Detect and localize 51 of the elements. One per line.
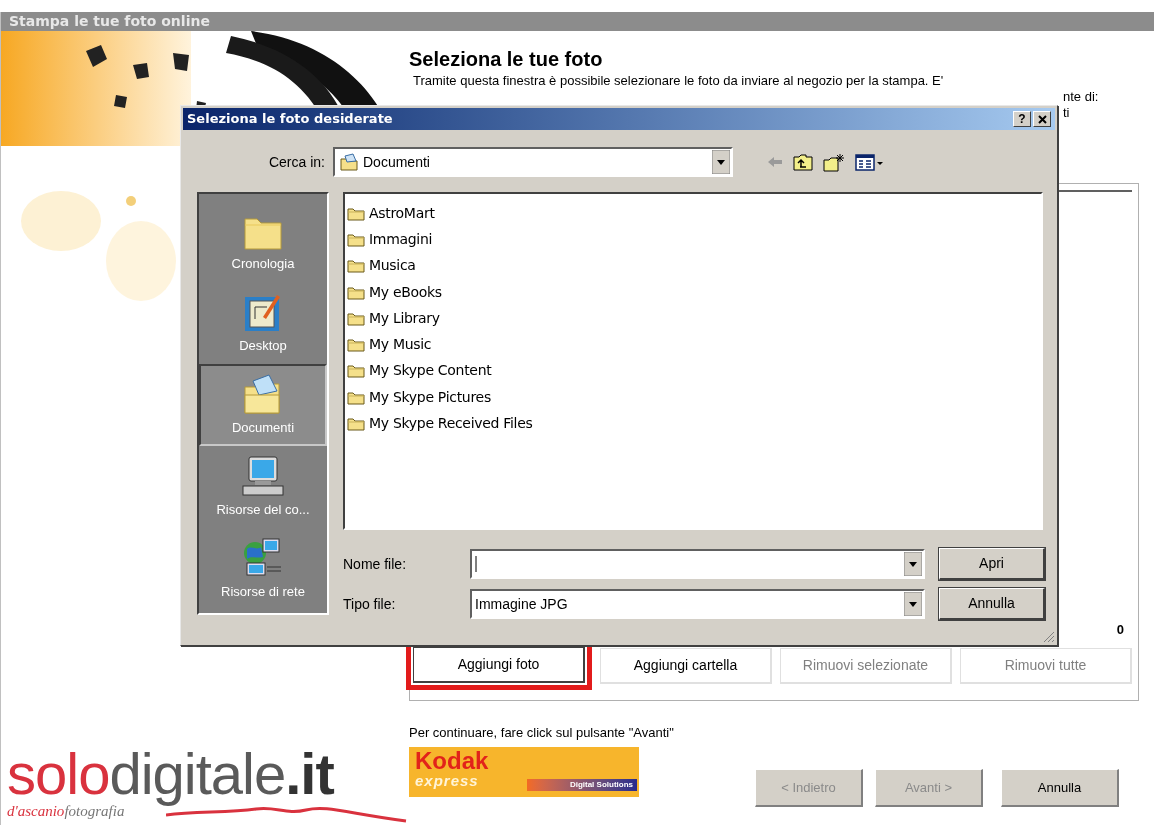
places-item[interactable]: Risorse di rete xyxy=(199,528,327,610)
look-in-label: Cerca in: xyxy=(267,152,326,172)
folder-item[interactable]: My Skype Pictures xyxy=(347,384,495,411)
file-name-field[interactable] xyxy=(470,549,925,579)
resize-grip-icon xyxy=(1042,630,1055,643)
folder-item[interactable]: My Music xyxy=(347,331,436,358)
text-cursor-icon xyxy=(475,554,477,574)
dialog-button[interactable]: Annulla xyxy=(939,588,1045,620)
places-item[interactable]: Desktop xyxy=(199,282,327,364)
folder-icon xyxy=(347,336,365,354)
field-label: Tipo file: xyxy=(343,594,397,614)
folder-item[interactable]: Musica xyxy=(347,252,420,279)
description-text: Tramite questa finestra è possibile selezionare le foto da inviare al negozio per la stampa. E' xyxy=(413,73,944,89)
logo-tagline: d'ascaniofotografia xyxy=(7,803,125,819)
page-heading: Seleziona le tue foto xyxy=(409,47,604,71)
total-value: 0 xyxy=(1116,621,1124,640)
nav-button[interactable]: Annulla xyxy=(1001,769,1119,807)
folder-item[interactable]: My Library xyxy=(347,305,444,332)
hint-text: Per continuare, fare click sul pulsante "Avanti" xyxy=(409,725,674,741)
description-text: nte di: xyxy=(1063,89,1099,105)
place-icon xyxy=(241,454,285,497)
action-button[interactable]: Aggiungi cartella xyxy=(600,648,772,684)
action-button[interactable]: Aggiungi foto xyxy=(413,647,585,683)
dialog-title: Seleziona le foto desiderate xyxy=(187,110,394,129)
view-menu-icon[interactable] xyxy=(855,152,883,172)
close-button[interactable] xyxy=(1033,111,1051,127)
documents-folder-icon xyxy=(339,152,359,172)
folder-item[interactable]: Immagini xyxy=(347,226,437,253)
folder-item[interactable]: My Skype Content xyxy=(347,357,496,385)
dropdown-arrow-icon xyxy=(904,592,922,616)
window-title: Stampa le tue foto online xyxy=(1,12,1154,31)
dropdown-arrow-icon xyxy=(904,552,922,576)
up-folder-icon[interactable] xyxy=(793,153,813,171)
dialog-button[interactable]: Apri xyxy=(939,548,1045,580)
folder-icon xyxy=(347,362,365,380)
close-icon xyxy=(1037,114,1047,124)
file-type-dropdown[interactable]: Immagine JPG xyxy=(470,589,925,619)
kodak-logo: Kodak express Digital Solutions xyxy=(409,747,639,797)
folder-item[interactable]: My eBooks xyxy=(347,278,446,306)
places-item[interactable]: Cronologia xyxy=(199,200,327,282)
description-text: ti xyxy=(1063,105,1070,121)
new-folder-icon[interactable] xyxy=(823,152,845,172)
folder-icon xyxy=(347,257,365,275)
folder-item[interactable]: AstroMart xyxy=(347,200,439,227)
dropdown-arrow-icon xyxy=(712,150,730,174)
look-in-dropdown[interactable]: Documenti xyxy=(333,147,733,177)
help-button[interactable]: ? xyxy=(1013,111,1031,127)
folder-icon xyxy=(347,415,365,432)
folder-item[interactable]: My Skype Received Files xyxy=(347,410,537,437)
places-item[interactable]: Risorse del co... xyxy=(199,446,327,528)
field-label: Nome file: xyxy=(343,554,408,574)
